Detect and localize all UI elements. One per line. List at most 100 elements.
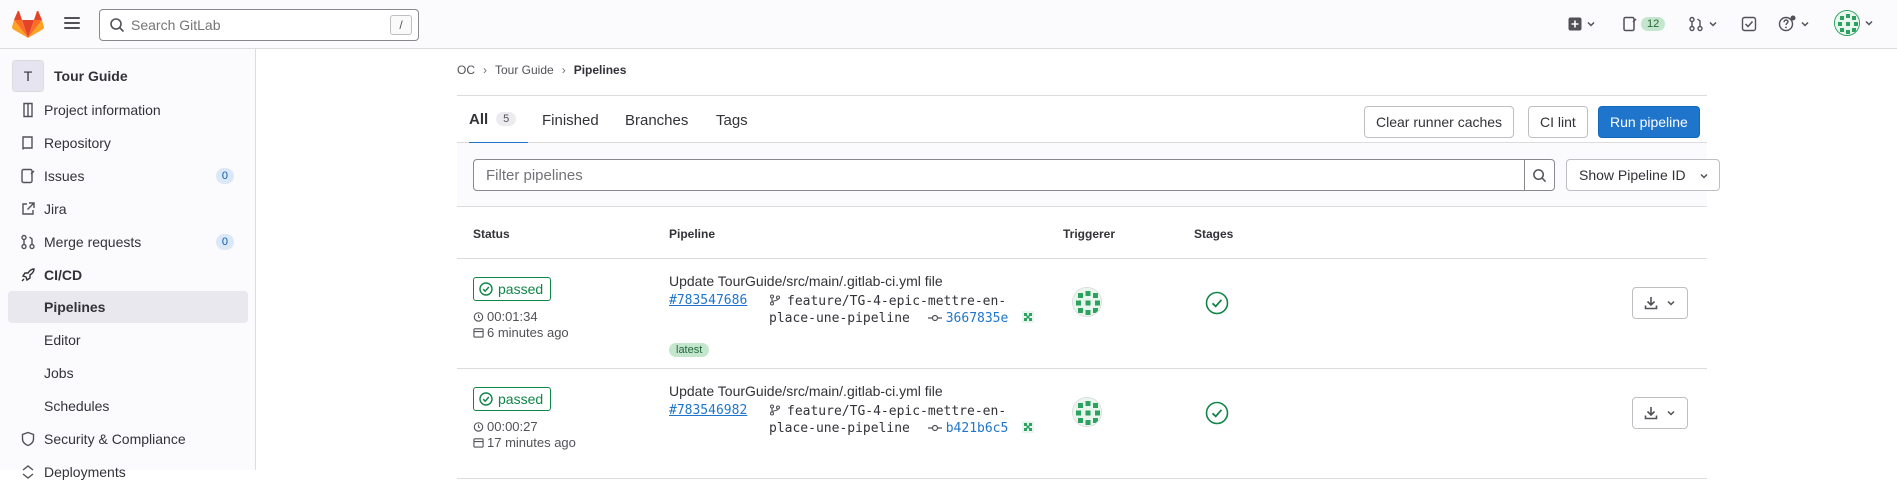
book-icon [22, 136, 33, 150]
breadcrumb-separator-icon: › [561, 63, 566, 77]
stage-success-icon[interactable] [1205, 401, 1229, 425]
commit-icon [927, 314, 942, 322]
sidebar-item-merge-requests[interactable]: Merge requests 0 [0, 226, 256, 258]
sidebar-item-jira[interactable]: Jira [0, 193, 256, 225]
help-icon [1778, 15, 1796, 32]
create-new-dropdown[interactable] [1568, 12, 1596, 36]
gitlab-logo-icon[interactable] [12, 11, 44, 39]
latest-badge: latest [669, 343, 710, 357]
sidebar-item-label: Editor [44, 332, 81, 348]
sidebar-item-label: Issues [44, 168, 85, 184]
tab-tags[interactable]: Tags [716, 96, 748, 144]
filter-pipelines-input[interactable]: Filter pipelines [473, 159, 1525, 191]
chevron-down-icon [1587, 21, 1595, 27]
sidebar-item-schedules[interactable]: Schedules [0, 390, 256, 422]
search-input[interactable] [131, 17, 390, 33]
sidebar-item-label: Repository [44, 135, 111, 151]
tab-finished[interactable]: Finished [542, 96, 599, 144]
tab-all[interactable]: All 5 [469, 96, 529, 144]
pipeline-commit-title[interactable]: Update TourGuide/src/main/.gitlab-ci.yml… [669, 273, 943, 289]
help-dropdown[interactable] [1778, 12, 1810, 36]
branch-icon [769, 404, 781, 416]
status-success-icon [479, 392, 493, 406]
ci-lint-button[interactable]: CI lint [1528, 106, 1588, 138]
download-icon [1644, 297, 1658, 310]
tab-label: Finished [542, 111, 599, 129]
merge-request-icon [21, 234, 35, 250]
column-header: Pipeline [669, 227, 716, 241]
status-success-icon [479, 282, 493, 296]
column-header: Status [473, 227, 510, 241]
pipeline-id-link[interactable]: #783547686 [669, 293, 747, 308]
merge-requests-dropdown[interactable] [1688, 12, 1718, 36]
external-link-icon [22, 202, 35, 215]
sidebar-item-label: Pipelines [44, 299, 106, 315]
branch-name-cont[interactable]: place-une-pipeline [769, 421, 910, 436]
search-box[interactable]: / [99, 9, 419, 41]
sidebar-project-header[interactable]: T Tour Guide [0, 55, 255, 97]
table-row: passed 00:00:27 17 minutes ago Update To… [457, 369, 1707, 479]
branch-name[interactable]: feature/TG-4-epic-mettre-en- [787, 404, 1006, 419]
sidebar-item-security-compliance[interactable]: Security & Compliance [0, 423, 256, 455]
todo-check-icon [1741, 16, 1757, 32]
tab-branches[interactable]: Branches [625, 96, 688, 144]
table-row: passed 00:01:34 6 minutes ago Update Tou… [457, 259, 1707, 369]
filter-placeholder: Filter pipelines [486, 166, 583, 184]
stage-success-icon[interactable] [1205, 291, 1229, 315]
issues-icon [21, 168, 35, 184]
download-artifacts-button[interactable] [1632, 287, 1688, 319]
sidebar-item-label: Jira [44, 201, 67, 217]
column-header: Stages [1194, 227, 1234, 241]
sidebar-item-editor[interactable]: Editor [0, 324, 256, 356]
download-artifacts-button[interactable] [1632, 397, 1688, 429]
calendar-icon [473, 438, 484, 448]
table-header: Status Pipeline Triggerer Stages [457, 207, 1707, 259]
sidebar-item-issues[interactable]: Issues 0 [0, 160, 256, 192]
sidebar-item-jobs[interactable]: Jobs [0, 357, 256, 389]
commit-icon [927, 424, 942, 432]
chevron-down-icon [1667, 300, 1675, 306]
duration-text: 00:01:34 [487, 309, 538, 324]
branch-name[interactable]: feature/TG-4-epic-mettre-en- [787, 294, 1006, 309]
breadcrumb-item[interactable]: Tour Guide [495, 63, 554, 77]
branch-name-cont[interactable]: place-une-pipeline [769, 311, 910, 326]
todos-button[interactable] [1741, 12, 1757, 36]
sidebar-item-deployments[interactable]: Deployments [0, 456, 256, 488]
top-bar: / 12 [0, 0, 1897, 49]
triggerer-avatar[interactable] [1072, 287, 1102, 317]
pipeline-commit-title[interactable]: Update TourGuide/src/main/.gitlab-ci.yml… [669, 383, 943, 399]
clear-runner-caches-button[interactable]: Clear runner caches [1364, 106, 1515, 138]
status-badge[interactable]: passed [473, 387, 552, 411]
breadcrumb-item[interactable]: OC [457, 63, 475, 77]
sidebar-item-label: Deployments [44, 464, 126, 480]
info-icon [23, 102, 33, 118]
run-pipeline-button[interactable]: Run pipeline [1598, 106, 1700, 138]
search-icon [110, 18, 125, 33]
count-badge: 0 [215, 168, 234, 184]
breadcrumb-current[interactable]: Pipelines [574, 63, 627, 77]
commit-sha-link[interactable]: b421b6c5 [946, 421, 1009, 436]
sidebar-item-pipelines[interactable]: Pipelines [8, 291, 248, 323]
timer-icon [473, 312, 484, 322]
pipeline-duration: 00:00:27 [473, 419, 538, 434]
plus-square-icon [1568, 17, 1582, 31]
filter-search-button[interactable] [1524, 159, 1555, 191]
status-badge[interactable]: passed [473, 277, 552, 301]
chevron-down-icon [1667, 410, 1675, 416]
commit-sha-link[interactable]: 3667835e [946, 311, 1009, 326]
sidebar-item-label: Merge requests [44, 234, 142, 250]
show-pipeline-id-dropdown[interactable]: Show Pipeline ID [1566, 159, 1720, 191]
project-avatar: T [12, 60, 44, 92]
user-menu[interactable] [1834, 10, 1874, 36]
sidebar-item-label: Schedules [44, 398, 110, 414]
menu-icon[interactable] [62, 14, 82, 34]
issues-shortcut[interactable]: 12 [1622, 12, 1666, 36]
dropdown-label: Show Pipeline ID [1579, 167, 1686, 183]
sidebar-item-ci-cd[interactable]: CI/CD [0, 259, 256, 291]
triggerer-avatar[interactable] [1072, 397, 1102, 427]
sidebar-item-project-information[interactable]: Project information [0, 94, 256, 126]
finished-text: 17 minutes ago [487, 435, 576, 450]
column-header: Triggerer [1063, 227, 1116, 241]
sidebar-item-repository[interactable]: Repository [0, 127, 256, 159]
pipeline-id-link[interactable]: #783546982 [669, 403, 747, 418]
